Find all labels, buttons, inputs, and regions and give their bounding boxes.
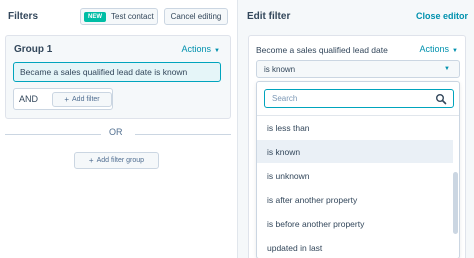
close-editor-link[interactable]: Close editor xyxy=(416,11,468,21)
filter-property: Became a sales qualified lead date xyxy=(20,67,152,77)
add-filter-group-label: Add filter group xyxy=(96,157,145,164)
edit-filter-title: Edit filter xyxy=(247,11,291,22)
add-filter-button[interactable]: + Add filter xyxy=(52,92,112,107)
search-icon xyxy=(436,94,447,105)
or-separator: OR xyxy=(5,127,231,141)
property-label: Become a sales qualified lead date xyxy=(256,45,388,55)
dropdown-option[interactable]: is unknown xyxy=(257,164,453,187)
caret-down-icon: ▼ xyxy=(444,66,450,72)
plus-icon: + xyxy=(64,95,70,104)
plus-icon: + xyxy=(88,156,94,165)
caret-down-icon: ▼ xyxy=(214,48,220,54)
test-contact-button[interactable]: NEW Test contact xyxy=(80,8,158,25)
filter-group: Group 1 Actions ▼ Became a sales qualifie… xyxy=(5,35,231,119)
scrollbar[interactable] xyxy=(453,172,458,234)
dropdown-option[interactable]: is less than xyxy=(257,116,453,139)
search-input[interactable]: Search xyxy=(264,89,454,108)
caret-down-icon: ▼ xyxy=(452,48,458,54)
group-title: Group 1 xyxy=(14,44,53,55)
dropdown-option[interactable]: is after another property xyxy=(257,188,453,211)
test-contact-label: Test contact xyxy=(111,12,154,21)
and-label: AND xyxy=(19,94,39,104)
filter-operator: is known xyxy=(154,67,188,77)
filter-editor-card: Become a sales qualified lead date Actio… xyxy=(248,35,466,258)
cancel-editing-button[interactable]: Cancel editing xyxy=(164,8,228,25)
new-badge: NEW xyxy=(84,11,106,22)
card-actions-label: Actions xyxy=(419,44,450,54)
filters-panel: Filters NEW Test contact Cancel editing … xyxy=(0,0,237,258)
divider-line xyxy=(135,134,231,135)
add-filter-label: Add filter xyxy=(72,96,100,103)
filter-pill[interactable]: Became a sales qualified lead date is kn… xyxy=(13,62,221,82)
divider-line xyxy=(5,134,101,135)
edit-filter-panel: Edit filter Close editor Become a sales … xyxy=(238,0,474,258)
and-row: AND + Add filter xyxy=(13,88,113,110)
or-label: OR xyxy=(109,127,123,137)
operator-select-value: is known xyxy=(264,64,296,74)
search-placeholder: Search xyxy=(272,94,298,103)
group-actions-label: Actions xyxy=(181,44,212,54)
filters-header: Filters NEW Test contact Cancel editing xyxy=(0,0,237,35)
operator-select[interactable]: is known ▼ xyxy=(256,60,460,78)
filters-title: Filters xyxy=(8,11,39,22)
dropdown-option[interactable]: is before another property xyxy=(257,212,453,235)
card-actions-menu[interactable]: Actions ▼ xyxy=(420,44,458,54)
dropdown-option[interactable]: updated in last xyxy=(257,236,453,258)
group-actions-menu[interactable]: Actions ▼ xyxy=(182,44,220,54)
dropdown-option[interactable]: is known xyxy=(257,140,453,163)
add-filter-group-button[interactable]: + Add filter group xyxy=(74,152,159,169)
operator-dropdown: Search is less than is known is unknown is … xyxy=(256,81,460,258)
